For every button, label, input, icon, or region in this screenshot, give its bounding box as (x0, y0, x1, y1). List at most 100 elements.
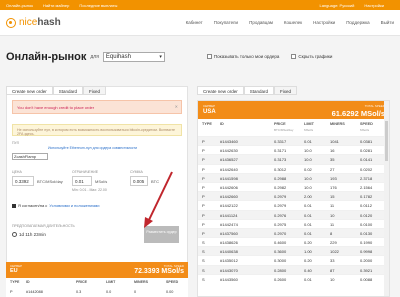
cell-type: S (202, 267, 205, 273)
close-icon[interactable]: ✕ (175, 104, 178, 109)
col-price[interactable]: PRICE (274, 122, 286, 126)
cell-type: P (202, 203, 205, 209)
tab-create-new-order[interactable]: Create new order (6, 86, 53, 95)
logo-text-nice: nice (19, 17, 38, 28)
table-row[interactable]: P #1442630 0.3171 10.0 16 0.0281 (198, 145, 389, 154)
chevron-down-icon: ▾ (159, 53, 162, 60)
cell-price: 0.2979 (274, 194, 287, 200)
pool-select[interactable]: ZcashFlamp (12, 153, 48, 160)
tab-standard-usa[interactable]: Standard (243, 86, 275, 95)
usa-scrollbar[interactable] (384, 101, 389, 296)
cell-type: P (202, 148, 205, 154)
col-miners[interactable]: MINERS (134, 280, 148, 284)
col-speed[interactable]: SPEED (166, 280, 178, 284)
cell-id: #1442474 (220, 221, 238, 227)
limit-input[interactable]: 0.01 (72, 176, 92, 186)
tab-create-new-order-usa[interactable]: Create new order (197, 86, 244, 95)
table-row[interactable]: S #1435012 0.3000 0.20 33 0.2000 (198, 255, 389, 264)
cell-limit: 10.0 (304, 157, 312, 163)
col-type[interactable]: TYPE (10, 280, 19, 284)
cell-miners: 87 (330, 267, 335, 273)
table-row[interactable]: S #1443070 0.2800 0.40 87 0.3921 (198, 264, 389, 274)
cell-miners: 193 (330, 175, 337, 181)
logo-text-hash: hash (37, 17, 61, 28)
table-row[interactable]: P #1442606 0.2982 10.0 176 2.1564 (198, 181, 389, 191)
cell-type: P (202, 230, 205, 236)
cell-price: 0.2970 (274, 230, 287, 236)
usa-table-header: TYPE ID PRICE LIMIT MINERS SPEED BTC/MSo… (198, 119, 389, 136)
top-link-settings[interactable]: Настройки (364, 3, 384, 8)
cell-miners: 11 (330, 203, 335, 209)
table-row[interactable]: P #1443460 0.3317 0.01 1041 0.0381 (198, 136, 389, 146)
cell-type: P (202, 184, 205, 190)
cell-limit: 0.40 (304, 267, 312, 273)
pool-hint[interactable]: Используйте Ethereum-пул для ордера совм… (48, 146, 137, 150)
table-row[interactable]: P #1437560 0.2970 0.01 8 0.0130 (198, 227, 389, 238)
scrollbar-thumb[interactable] (385, 121, 388, 161)
cell-speed: 2.1564 (360, 184, 373, 190)
algorithm-select[interactable]: Equihash ▾ (102, 51, 165, 62)
cell-type: S (202, 258, 205, 264)
cell-speed: 0.0100 (360, 221, 373, 227)
nav-link-logout[interactable]: Выйти (381, 20, 394, 25)
cell-speed: 0.0381 (360, 139, 373, 144)
nav-link-sellers[interactable]: Продавцам (249, 20, 273, 25)
cell-speed: 0.0088 (360, 276, 373, 282)
top-link-find-miner[interactable]: Найти майнер (43, 3, 69, 8)
table-row[interactable]: P #1442660 0.2979 2.00 15 0.1782 (198, 191, 389, 201)
cell-type: P (202, 157, 205, 163)
cell-speed: 0.0202 (360, 166, 373, 172)
top-link-recent-payouts[interactable]: Последние выплаты (79, 3, 117, 8)
table-row[interactable]: P #1436527 0.3173 10.0 35 0.0141 (198, 154, 389, 164)
table-row[interactable]: S #1443560 0.2600 0.01 10 0.0088 (198, 273, 389, 283)
price-input[interactable]: 0.3392 (12, 176, 34, 186)
cell-id: #1437560 (220, 230, 238, 236)
tab-fixed[interactable]: Fixed (83, 86, 107, 95)
cell-limit: 0.01 (304, 212, 312, 218)
cell-miners: 15 (330, 194, 335, 200)
col-miners[interactable]: MINERS (330, 122, 345, 126)
table-row[interactable]: S #1438626 0.4600 0.20 229 0.1990 (198, 237, 389, 246)
place-order-button[interactable]: Разместить ордер (144, 226, 179, 243)
hide-charts-toggle[interactable]: Скрыть графики (291, 54, 332, 59)
col-id[interactable]: ID (220, 122, 224, 126)
amount-input[interactable]: 0.005 (130, 176, 148, 186)
nav-link-wallet[interactable]: Кошелек (284, 20, 302, 25)
terms-link[interactable]: Условиями и положениями (49, 203, 99, 208)
table-row[interactable]: P #1441598 0.2988 10.0 193 2.3718 (198, 172, 389, 182)
col-speed[interactable]: SPEED (360, 122, 373, 126)
logo[interactable]: nice hash (6, 17, 61, 28)
col-limit[interactable]: LIMIT (304, 122, 314, 126)
nav-link-buyers[interactable]: Покупатели (214, 20, 238, 25)
eu-orders-header: СЕРВЕР EU TOTAL SPEED 72.3393 MSol/s (6, 262, 188, 278)
table-row[interactable]: P #1442474 0.2975 0.01 11 0.0100 (198, 218, 389, 228)
col-id[interactable]: ID (26, 280, 30, 284)
table-row[interactable]: S #1440638 0.3600 1.00 1022 0.9998 (198, 246, 389, 256)
show-my-orders-toggle[interactable]: Показывать только мои ордера (206, 54, 279, 59)
nav-link-settings[interactable]: Настройки (313, 20, 335, 25)
col-limit[interactable]: LIMIT (106, 280, 115, 284)
terms-checkbox[interactable]: Я согласен/на с Условиями и положениями (12, 203, 100, 208)
cell-limit: 10.0 (304, 184, 312, 190)
table-row[interactable]: P #1441124 0.2976 0.01 10 0.0120 (198, 209, 389, 219)
cell-speed: 0.0281 (360, 148, 373, 154)
cell-speed: 2.3718 (360, 175, 373, 181)
language-selector[interactable]: Language: Русский (320, 3, 355, 8)
tab-fixed-usa[interactable]: Fixed (274, 86, 298, 95)
tab-standard[interactable]: Standard (52, 86, 84, 95)
col-price[interactable]: PRICE (76, 280, 87, 284)
table-row[interactable]: P #1442640 0.3012 0.02 27 0.0202 (198, 163, 389, 173)
cell-id: #1440638 (220, 249, 238, 255)
limit-label: ОГРАНИЧЕНИЕ (72, 170, 99, 174)
pool-info-note: Не используйте пул, в котором есть возмо… (12, 124, 182, 136)
cell-limit: 0.01 (304, 221, 312, 227)
cell-id: #1443070 (220, 267, 238, 273)
col-type[interactable]: TYPE (202, 122, 212, 126)
cell-limit: 0.01 (304, 203, 312, 209)
table-row[interactable]: P #1442122 0.2979 0.01 11 0.0112 (198, 200, 389, 209)
cell-miners: 10 (330, 276, 335, 282)
nav-link-support[interactable]: Поддержка (346, 20, 369, 25)
nav-link-dashboard[interactable]: Кабинет (186, 20, 203, 25)
usa-total-label: TOTAL SPEED (364, 104, 385, 108)
top-link-marketplace[interactable]: Онлайн-рынок (6, 3, 33, 8)
